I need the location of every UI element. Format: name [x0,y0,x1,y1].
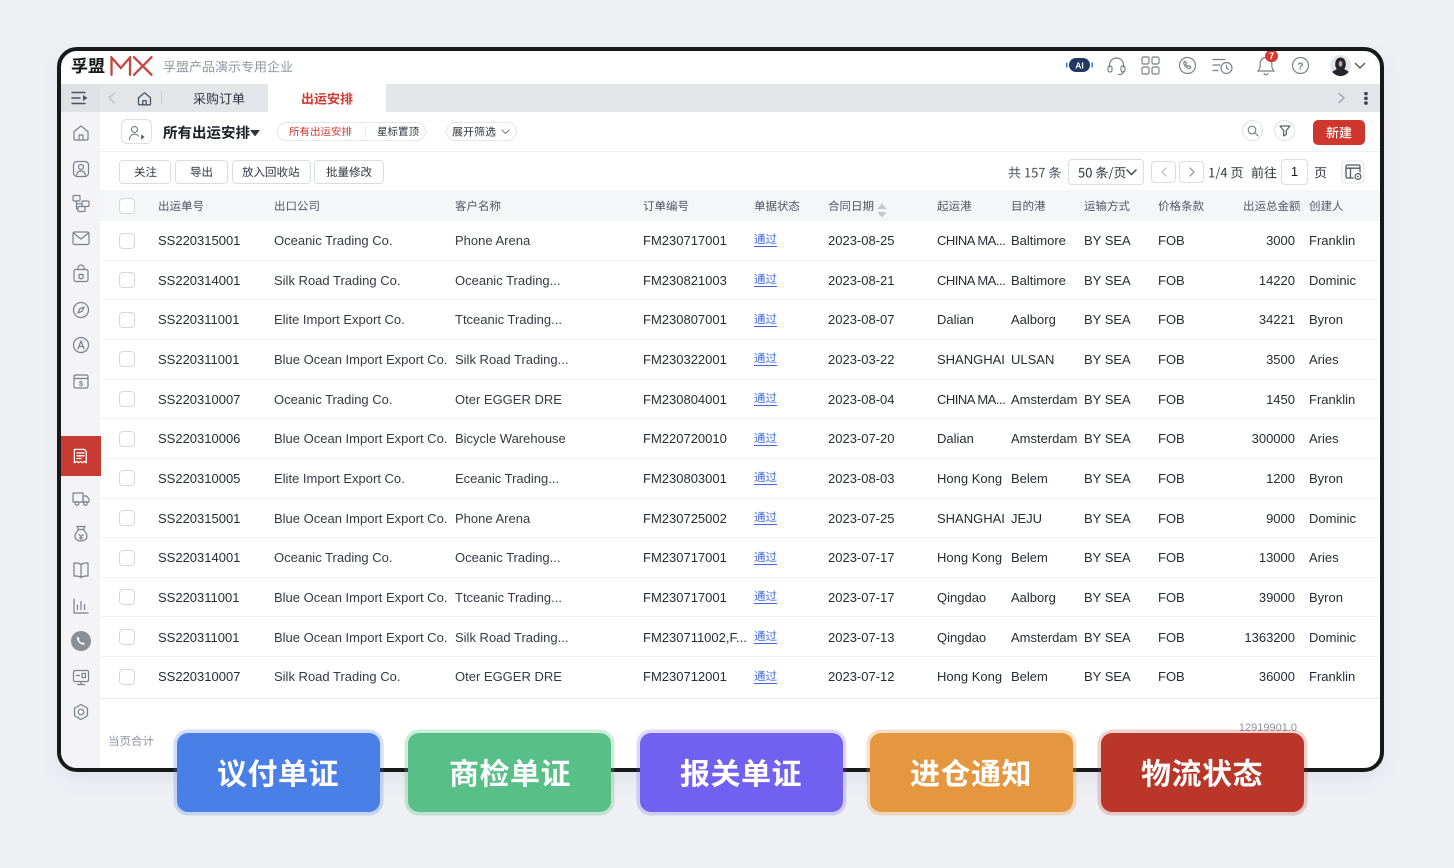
svg-text:?: ? [1297,60,1303,72]
svg-text:$: $ [78,379,83,388]
svg-text:AI: AI [1075,61,1084,71]
